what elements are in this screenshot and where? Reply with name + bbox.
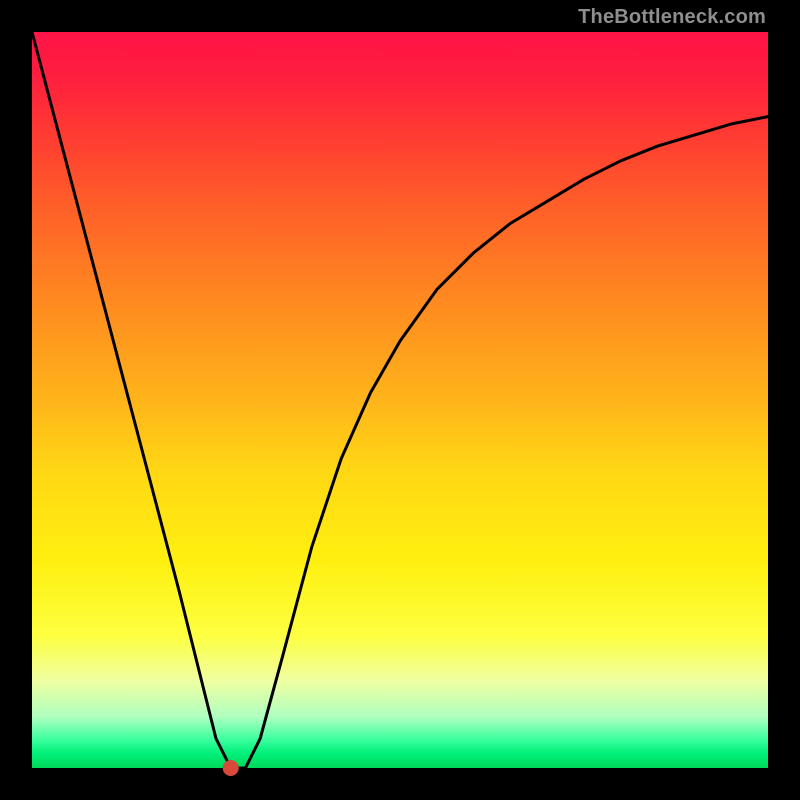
marker-dot xyxy=(223,760,239,776)
chart-svg xyxy=(0,0,800,800)
curve-line xyxy=(32,32,768,768)
watermark-text: TheBottleneck.com xyxy=(578,6,766,29)
